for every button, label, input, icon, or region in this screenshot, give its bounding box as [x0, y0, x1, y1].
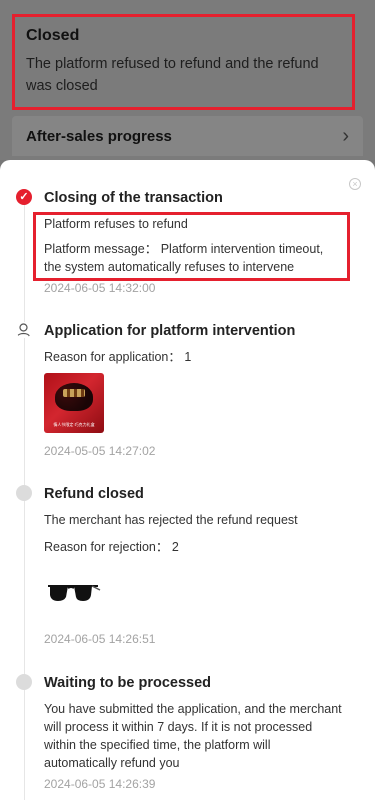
step-text: Reason for application： 1 — [44, 350, 192, 364]
grey-dot-icon — [16, 674, 32, 690]
image-caption: 情人节限定·巧克力礼盒 — [53, 422, 95, 427]
step-text: You have submitted the application, and … — [44, 702, 342, 770]
chocolate-box-image — [55, 383, 93, 411]
step-title: Refund closed — [44, 486, 144, 502]
after-sales-progress-label: After-sales progress — [26, 127, 172, 145]
after-sales-progress-row[interactable]: After-sales progress › — [12, 116, 363, 156]
step-text: The merchant has rejected the refund req… — [44, 513, 298, 527]
step-time: 2024-06-05 14:26:51 — [44, 632, 156, 646]
chocolate-pieces — [63, 389, 85, 397]
user-icon — [16, 322, 32, 338]
step-text: Reason for rejection： 2 — [44, 540, 179, 554]
step-title: Closing of the transaction — [44, 190, 223, 206]
step-time: 2024-06-05 14:26:39 — [44, 777, 156, 791]
status-title: Closed — [26, 27, 80, 44]
sunglasses-image[interactable] — [46, 580, 102, 606]
evidence-image[interactable]: 情人节限定·巧克力礼盒 — [44, 373, 104, 433]
after-sales-progress-sheet: × ✓ Closing of the transaction Platform … — [0, 160, 375, 812]
check-circle-icon: ✓ — [16, 189, 32, 205]
highlighted-message-box — [33, 212, 350, 281]
grey-dot-icon — [16, 485, 32, 501]
step-title: Application for platform intervention — [44, 323, 296, 339]
step-title: Waiting to be processed — [44, 675, 212, 691]
close-icon[interactable]: × — [349, 178, 361, 190]
chevron-right-icon: › — [342, 125, 349, 147]
step-time: 2024-05-05 14:27:02 — [44, 444, 156, 458]
refund-status-card: Closed The platform refused to refund an… — [12, 14, 355, 110]
step-time: 2024-06-05 14:32:00 — [44, 281, 156, 295]
status-description: The platform refused to refund and the r… — [26, 56, 319, 94]
